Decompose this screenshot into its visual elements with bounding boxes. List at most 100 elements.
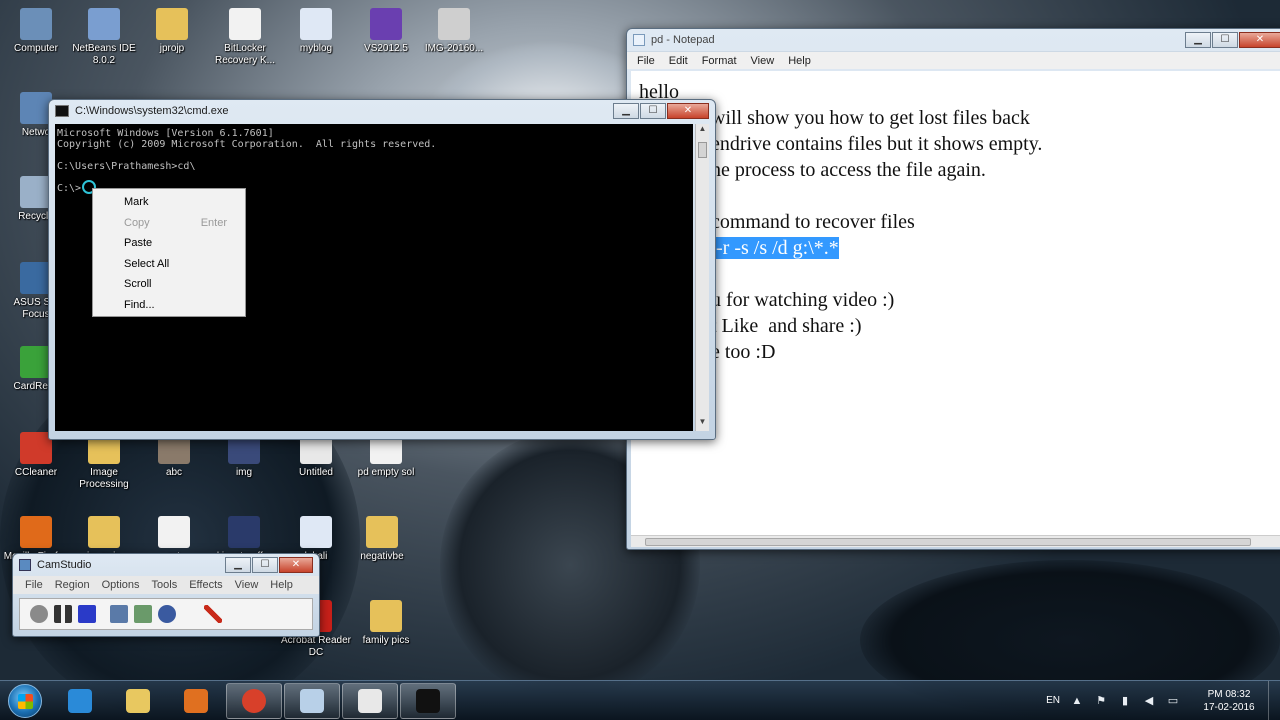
- notepad-horizontal-scrollbar[interactable]: [631, 535, 1280, 547]
- selected-text: -r -s /s /d g:\*.*: [711, 237, 839, 259]
- context-menu-label: Paste: [124, 237, 153, 250]
- region-icon[interactable]: [110, 605, 128, 623]
- close-button[interactable]: ✕: [667, 103, 709, 119]
- notepad-app-icon: [633, 34, 645, 46]
- menu-item-edit[interactable]: Edit: [669, 55, 688, 67]
- network-icon[interactable]: ▮: [1118, 694, 1132, 708]
- firefox-icon: [20, 516, 52, 548]
- annotation-icon[interactable]: [204, 605, 222, 623]
- desktop-icon[interactable]: VS2012.5: [350, 8, 422, 55]
- menu-item-file[interactable]: File: [25, 579, 43, 591]
- text-line: [639, 261, 1275, 287]
- visual-studio-icon: [370, 8, 402, 40]
- context-menu-item-select-all[interactable]: Select All: [93, 254, 245, 275]
- taskbar-button[interactable]: [168, 683, 224, 719]
- scrollbar-thumb[interactable]: [698, 142, 707, 158]
- scroll-down-icon[interactable]: ▼: [696, 417, 709, 431]
- desktop-icon[interactable]: Image Processing: [68, 432, 140, 491]
- desktop-icon-label: Untitled: [299, 467, 333, 478]
- taskbar-button[interactable]: [52, 683, 108, 719]
- volume-icon[interactable]: ◀: [1142, 694, 1156, 708]
- text-line: command to recover files: [639, 209, 1275, 235]
- desktop-icon-label: negativbe: [360, 551, 404, 562]
- desktop-icon[interactable]: negativbe: [346, 516, 418, 563]
- start-button[interactable]: [0, 681, 50, 720]
- scrollbar-thumb[interactable]: [645, 538, 1251, 546]
- desktop-icon[interactable]: IMG-20160...: [418, 8, 490, 55]
- menu-item-tools[interactable]: Tools: [152, 579, 178, 591]
- text-line: [639, 183, 1275, 209]
- battery-icon[interactable]: ▭: [1166, 694, 1180, 708]
- notepad-text-area[interactable]: hello will show you how to get lost files…: [631, 71, 1280, 535]
- close-button[interactable]: ✕: [279, 557, 313, 573]
- text-line-content: e too :D: [711, 341, 776, 363]
- menu-item-region[interactable]: Region: [55, 579, 90, 591]
- language-indicator[interactable]: EN: [1046, 695, 1060, 706]
- menu-item-options[interactable]: Options: [102, 579, 140, 591]
- context-menu-label: Copy: [124, 216, 150, 229]
- desktop-icon[interactable]: myblog: [280, 8, 352, 55]
- context-menu-item-scroll[interactable]: Scroll: [93, 274, 245, 295]
- camstudio-window[interactable]: CamStudio ▁ ☐ ✕ File Region Options Tools Ef…: [12, 553, 320, 637]
- taskbar-button[interactable]: [342, 682, 398, 719]
- context-menu-item-find[interactable]: Find...: [93, 295, 245, 316]
- desktop-icon[interactable]: NetBeans IDE 8.0.2: [68, 8, 140, 67]
- minimize-button[interactable]: ▁: [613, 103, 639, 119]
- desktop-icon-label: pd empty sol: [357, 467, 415, 478]
- notepad-icon: [300, 688, 324, 713]
- camstudio-titlebar[interactable]: CamStudio ▁ ☐ ✕: [13, 554, 319, 576]
- folder-icon: [366, 516, 398, 548]
- cmd-context-menu: Mark Copy Enter Paste Select All Scroll Find..…: [92, 188, 246, 317]
- folder-icon: [370, 600, 402, 632]
- scroll-up-icon[interactable]: ▲: [696, 124, 709, 138]
- show-hidden-icons-icon[interactable]: ▲: [1070, 694, 1084, 708]
- taskbar-button[interactable]: [284, 682, 340, 719]
- taskbar-button[interactable]: [226, 682, 282, 719]
- close-button[interactable]: ✕: [1239, 32, 1280, 48]
- menu-item-file[interactable]: File: [637, 55, 655, 67]
- pause-button-icon[interactable]: [54, 605, 72, 623]
- context-menu-item-mark[interactable]: Mark: [93, 192, 245, 213]
- swf-icon[interactable]: [158, 605, 176, 623]
- cmd-titlebar[interactable]: C:\Windows\system32\cmd.exe ▁ ☐ ✕: [49, 100, 715, 122]
- text-file-icon: [229, 8, 261, 40]
- menu-item-help[interactable]: Help: [270, 579, 293, 591]
- menu-item-format[interactable]: Format: [702, 55, 737, 67]
- text-line-content: u for watching video :): [711, 289, 895, 311]
- context-menu-item-paste[interactable]: Paste: [93, 233, 245, 254]
- maximize-button[interactable]: ☐: [640, 103, 666, 119]
- options-icon[interactable]: [134, 605, 152, 623]
- desktop-icon[interactable]: BitLocker Recovery K...: [209, 8, 281, 67]
- minimize-button[interactable]: ▁: [225, 557, 251, 573]
- stop-button-icon[interactable]: [78, 605, 96, 623]
- desktop-icon-label: Acrobat Reader DC: [280, 635, 352, 658]
- taskbar: EN ▲ ⚑ ▮ ◀ ▭ PM 08:32 17-02-2016: [0, 680, 1280, 720]
- desktop-icon[interactable]: jprojp: [136, 8, 208, 55]
- menu-item-view[interactable]: View: [235, 579, 259, 591]
- text-line: u for watching video :): [639, 287, 1275, 313]
- maximize-button[interactable]: ☐: [252, 557, 278, 573]
- desktop-icon[interactable]: Computer: [0, 8, 72, 55]
- context-menu-label: Find...: [124, 298, 155, 311]
- taskbar-button[interactable]: [400, 682, 456, 719]
- action-center-flag-icon[interactable]: ⚑: [1094, 694, 1108, 708]
- clock[interactable]: PM 08:32 17-02-2016: [1194, 688, 1264, 714]
- show-desktop-button[interactable]: [1268, 680, 1280, 720]
- desktop-icon[interactable]: family pics: [350, 600, 422, 647]
- menu-item-help[interactable]: Help: [788, 55, 811, 67]
- word-doc-icon: [300, 516, 332, 548]
- minimize-button[interactable]: ▁: [1185, 32, 1211, 48]
- notepad-titlebar[interactable]: pd - Notepad ▁ ☐ ✕: [627, 29, 1280, 51]
- taskbar-apps: [50, 682, 456, 719]
- cmd-vertical-scrollbar[interactable]: ▲ ▼: [695, 124, 709, 431]
- cmd-icon: [416, 688, 440, 713]
- menu-item-view[interactable]: View: [751, 55, 775, 67]
- taskbar-button[interactable]: [110, 683, 166, 719]
- notepad-window[interactable]: pd - Notepad ▁ ☐ ✕ File Edit Format View Hel…: [626, 28, 1280, 550]
- record-button-icon[interactable]: [30, 605, 48, 623]
- menu-item-effects[interactable]: Effects: [189, 579, 222, 591]
- text-file-icon: [158, 516, 190, 548]
- cmd-title: C:\Windows\system32\cmd.exe: [75, 105, 229, 117]
- desktop-icon-label: Image Processing: [79, 467, 129, 490]
- maximize-button[interactable]: ☐: [1212, 32, 1238, 48]
